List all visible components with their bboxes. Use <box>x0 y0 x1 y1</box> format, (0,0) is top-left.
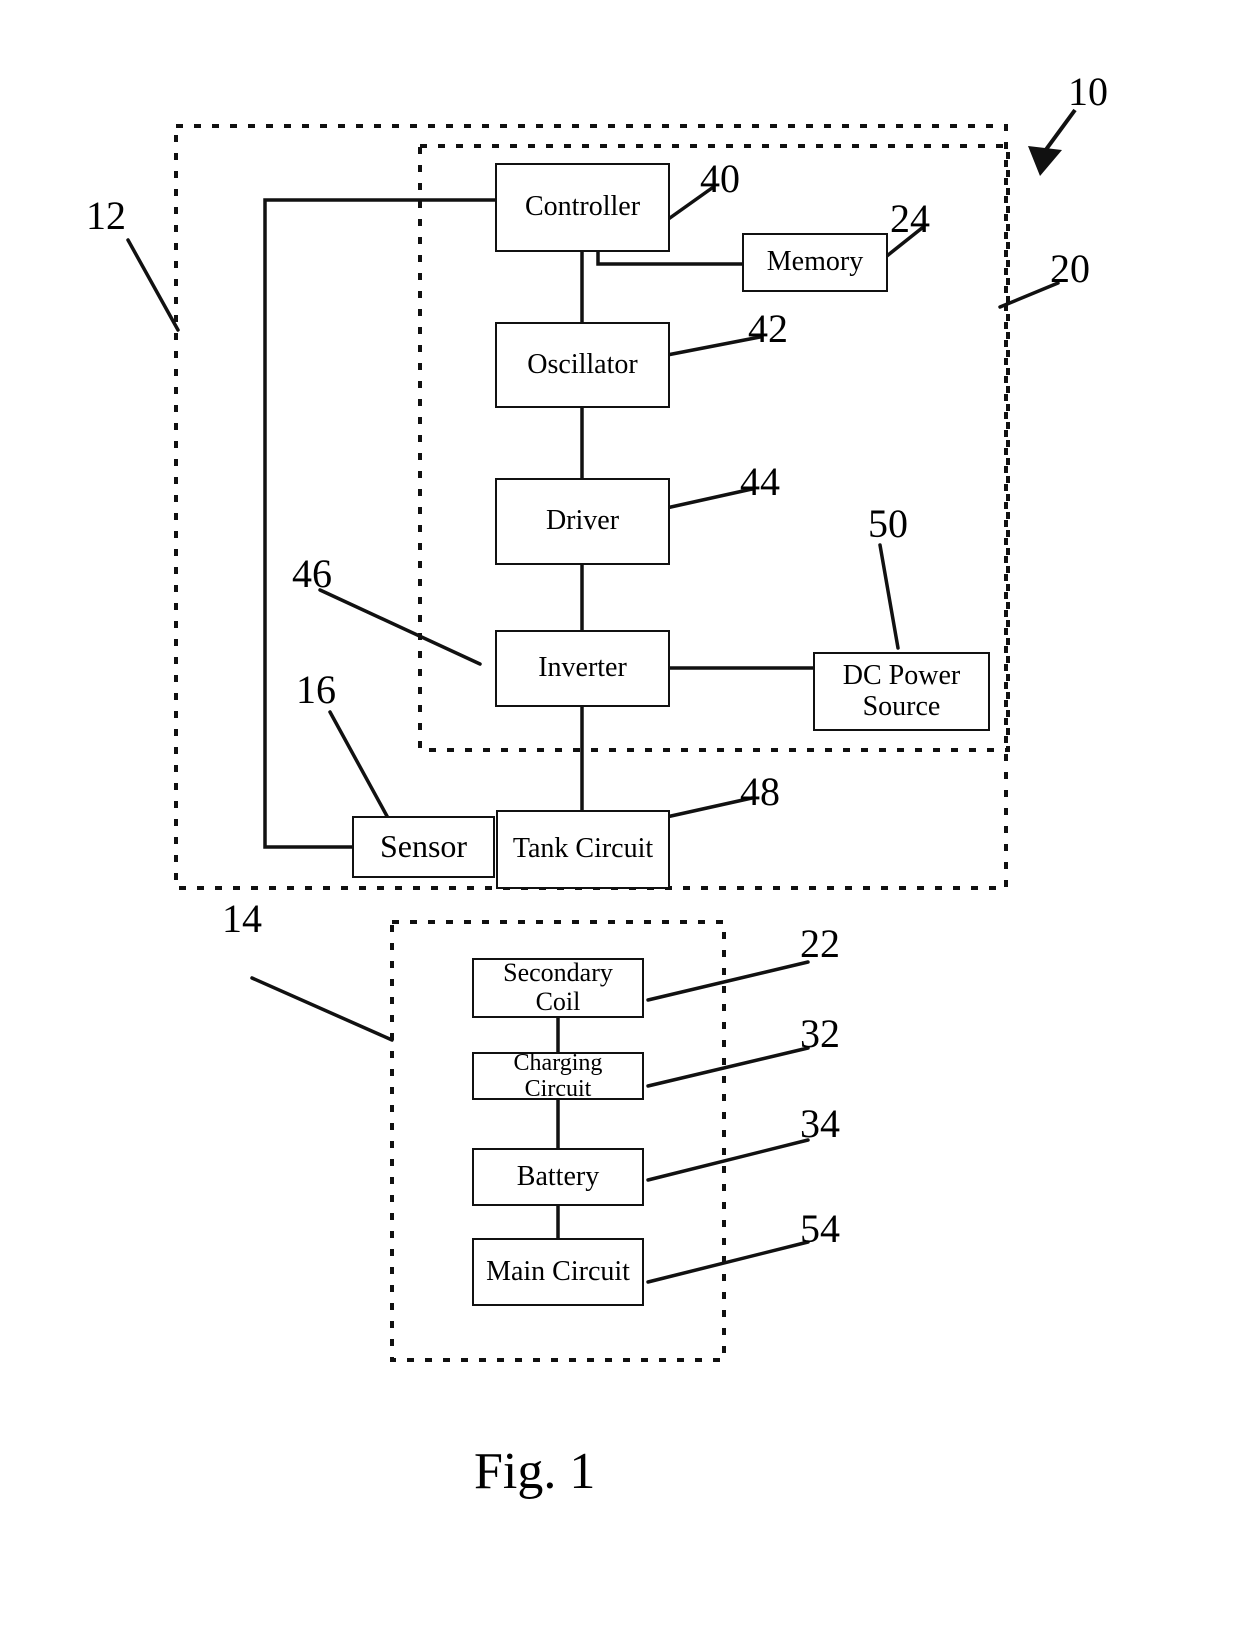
block-battery-label: Battery <box>516 1160 600 1192</box>
block-memory-label: Memory <box>766 246 864 278</box>
callout-40: 40 <box>700 156 740 201</box>
leader-32 <box>646 1046 810 1088</box>
leader-46 <box>318 588 482 666</box>
figure-caption: Fig. 1 <box>474 1443 596 1500</box>
block-driver[interactable]: Driver <box>495 478 670 565</box>
link-controller-memory <box>596 250 744 266</box>
leader-22 <box>646 960 810 1002</box>
link-sensor-controller-feedback <box>263 198 497 849</box>
leader-14 <box>250 976 394 1042</box>
block-secondary-coil-label: Secondary Coil <box>503 958 613 1016</box>
callout-46: 46 <box>292 551 332 596</box>
callout-54: 54 <box>800 1206 840 1251</box>
block-main-circuit[interactable]: Main Circuit <box>472 1238 644 1306</box>
leader-34 <box>646 1138 810 1182</box>
system-arrow <box>1028 108 1077 176</box>
block-tank-circuit-label: Tank Circuit <box>512 833 654 865</box>
leader-44 <box>660 487 754 511</box>
callout-50: 50 <box>868 501 908 546</box>
callout-12: 12 <box>86 193 126 238</box>
callout-48: 48 <box>740 769 780 814</box>
leader-16 <box>328 710 390 820</box>
figure-canvas: Controller Memory Oscillator Driver Inve… <box>0 0 1240 1640</box>
callout-22: 22 <box>800 921 840 966</box>
block-sensor-label: Sensor <box>379 828 468 865</box>
block-controller-label: Controller <box>524 191 641 223</box>
block-driver-label: Driver <box>545 505 620 537</box>
callout-24: 24 <box>890 196 930 241</box>
callout-44: 44 <box>740 459 780 504</box>
callout-10: 10 <box>1068 69 1108 114</box>
block-memory[interactable]: Memory <box>742 233 888 292</box>
block-oscillator[interactable]: Oscillator <box>495 322 670 408</box>
block-controller[interactable]: Controller <box>495 163 670 252</box>
block-dc-power-source[interactable]: DC Power Source <box>813 652 990 731</box>
block-dc-power-source-label: DC Power Source <box>842 659 961 722</box>
callout-34: 34 <box>800 1101 840 1146</box>
leader-54 <box>646 1240 810 1284</box>
block-sensor[interactable]: Sensor <box>352 816 495 878</box>
block-charging-circuit[interactable]: Charging Circuit <box>472 1049 644 1102</box>
callout-32: 32 <box>800 1011 840 1056</box>
block-inverter[interactable]: Inverter <box>495 630 670 707</box>
callout-42: 42 <box>748 306 788 351</box>
block-oscillator-label: Oscillator <box>527 348 638 380</box>
callout-14: 14 <box>222 896 262 941</box>
leader-48 <box>660 796 754 820</box>
leader-50 <box>878 543 900 650</box>
callout-20: 20 <box>1050 246 1090 291</box>
block-inverter-label: Inverter <box>538 652 627 684</box>
block-charging-circuit-label: Charging Circuit <box>513 1049 603 1102</box>
leader-12 <box>126 238 180 332</box>
leader-42 <box>660 335 762 358</box>
block-secondary-coil[interactable]: Secondary Coil <box>472 958 644 1018</box>
block-battery[interactable]: Battery <box>472 1148 644 1206</box>
block-main-circuit-label: Main Circuit <box>486 1255 630 1287</box>
block-tank-circuit[interactable]: Tank Circuit <box>496 810 670 889</box>
callout-16: 16 <box>296 667 336 712</box>
